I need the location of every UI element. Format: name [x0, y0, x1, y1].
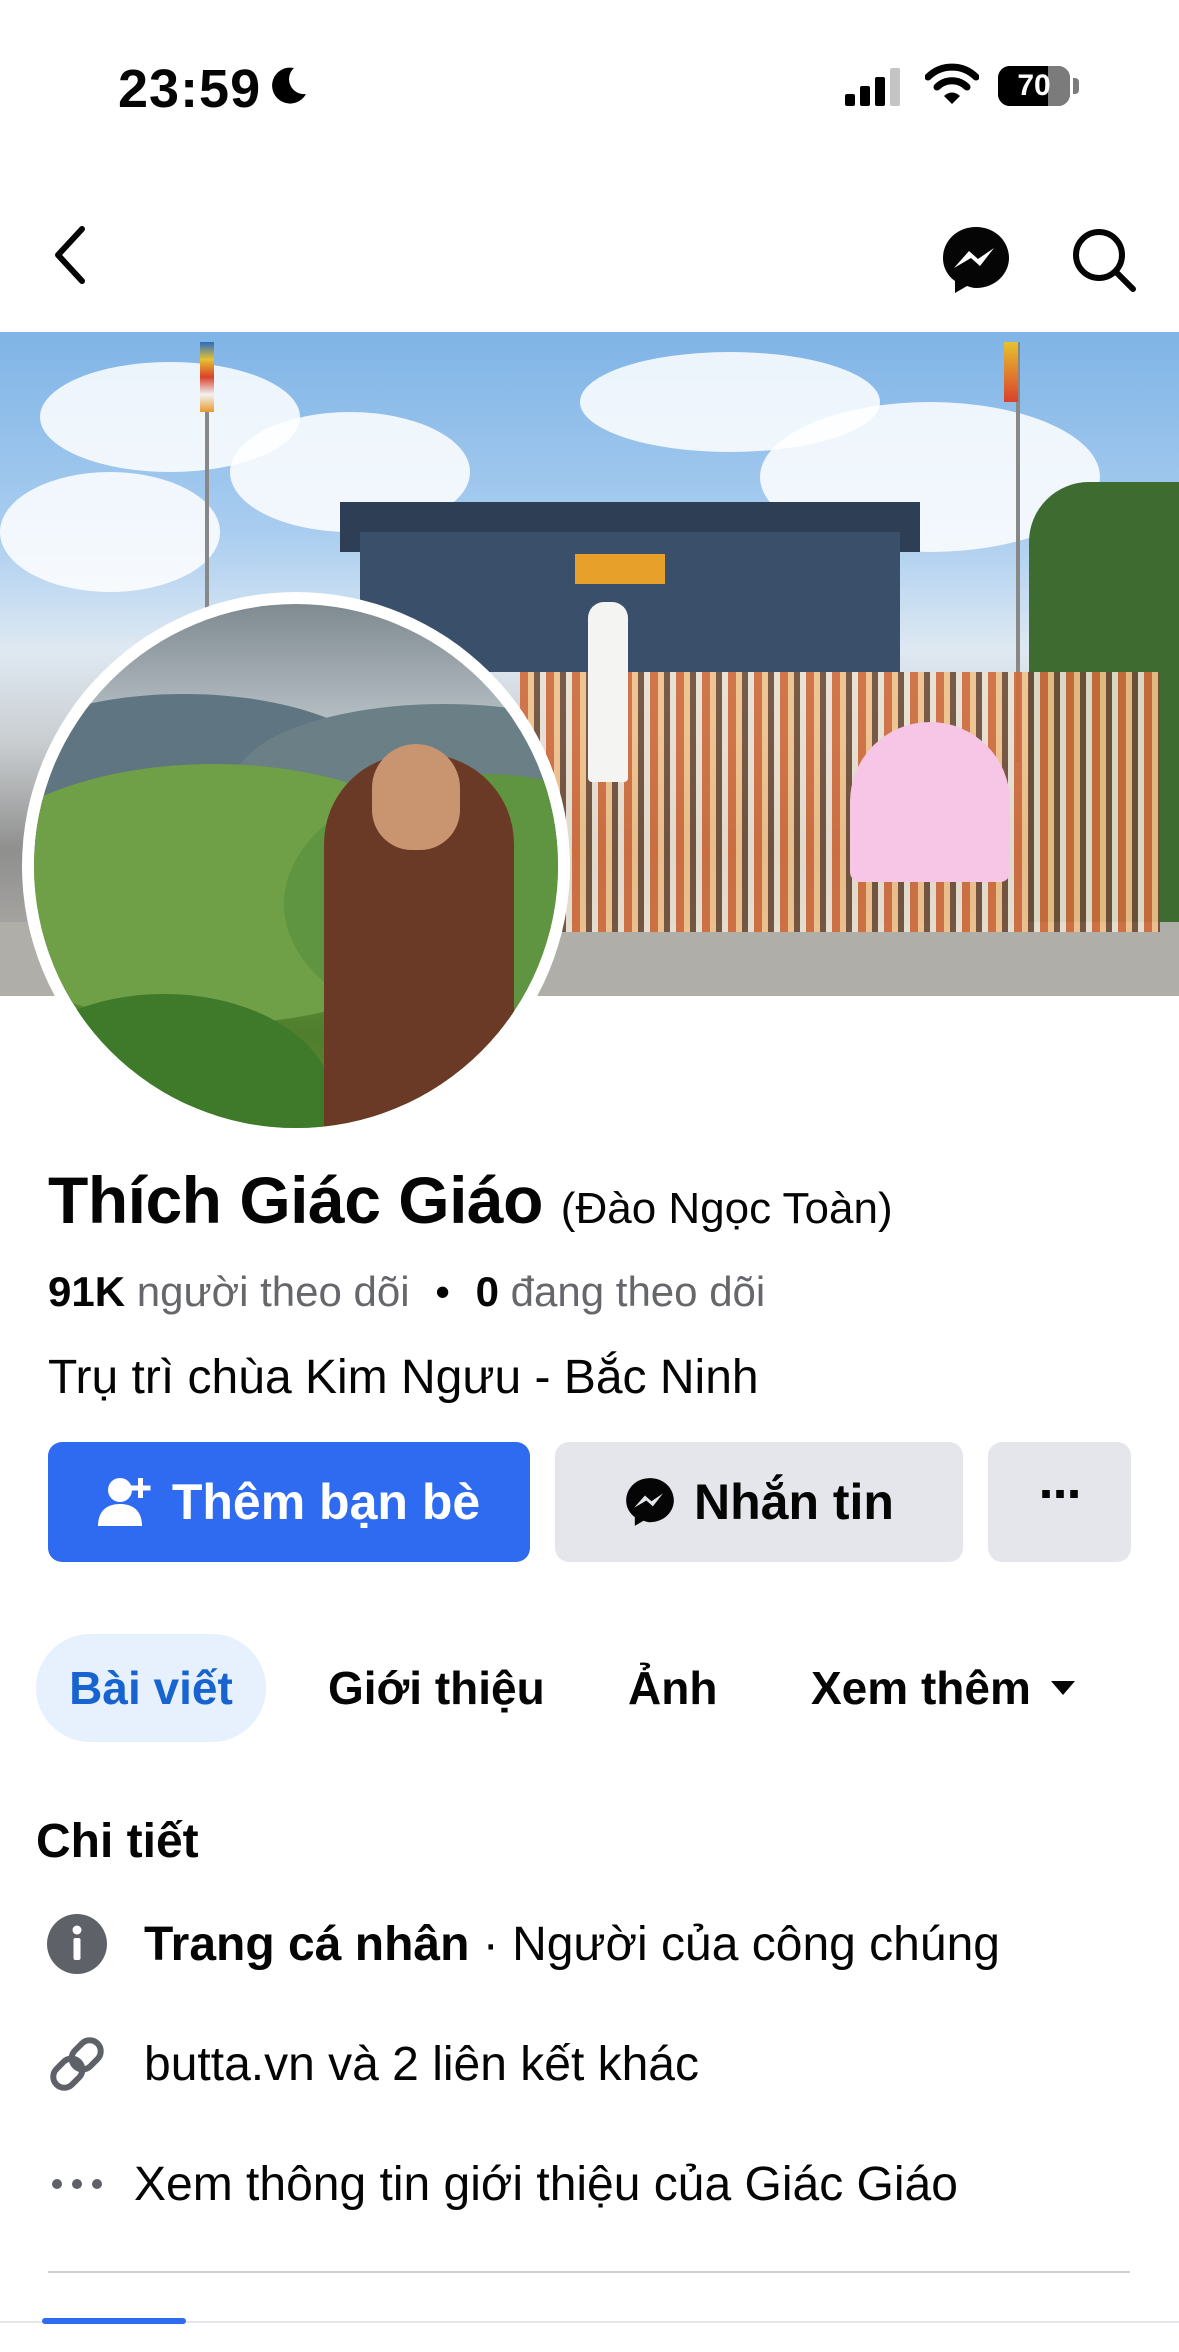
detail-see-about[interactable]: Xem thông tin giới thiệu của Giác Giáo — [44, 2144, 958, 2224]
messenger-icon — [943, 227, 1009, 293]
tab-photos[interactable]: Ảnh — [628, 1634, 717, 1742]
link-icon — [50, 2037, 104, 2091]
detail-links-text: butta.vn và 2 liên kết khác — [144, 2037, 699, 2091]
more-options-label: ··· — [1038, 1464, 1085, 1524]
wifi-icon — [924, 62, 980, 111]
signal-icon — [845, 68, 905, 113]
followers-label[interactable]: người theo dõi — [137, 1268, 410, 1315]
tab-about[interactable]: Giới thiệu — [328, 1634, 545, 1742]
message-label: Nhắn tin — [694, 1474, 894, 1530]
following-count[interactable]: 0 — [476, 1268, 499, 1315]
detail-profile-type: Trang cá nhân · Người của công chúng — [44, 1904, 1000, 1984]
more-options-button[interactable]: ··· — [988, 1442, 1131, 1562]
back-button[interactable] — [40, 210, 100, 300]
info-icon — [47, 1914, 107, 1974]
messenger-icon — [626, 1478, 674, 1526]
search-button[interactable] — [1062, 218, 1146, 302]
status-time: 23:59 — [118, 59, 262, 119]
profile-alternate-name: (Đào Ngọc Toàn) — [560, 1184, 893, 1233]
profile-name: Thích Giác Giáo (Đào Ngọc Toàn) — [48, 1162, 893, 1238]
add-friend-icon — [97, 1478, 151, 1526]
section-divider — [48, 2271, 1130, 2273]
followers-count[interactable]: 91K — [48, 1268, 125, 1315]
tab-see-more[interactable]: Xem thêm — [811, 1634, 1077, 1742]
add-friend-button[interactable]: Thêm bạn bè — [48, 1442, 530, 1562]
tab-see-more-label: Xem thêm — [811, 1662, 1031, 1714]
profile-avatar[interactable] — [22, 592, 570, 1140]
detail-profile-type-text: · Người của công chúng — [469, 1917, 1000, 1971]
detail-see-about-text: Xem thông tin giới thiệu của Giác Giáo — [134, 2157, 958, 2211]
battery-icon: 70 — [998, 66, 1070, 106]
search-icon — [1073, 229, 1136, 292]
follow-stats: 91K người theo dõi • 0 đang theo dõi — [48, 1268, 765, 1316]
detail-profile-type-bold: Trang cá nhân — [144, 1917, 470, 1971]
stats-separator: • — [435, 1268, 450, 1315]
caret-down-icon — [1050, 1681, 1075, 1695]
battery-cap — [1073, 78, 1079, 94]
battery-level: 70 — [1017, 69, 1051, 102]
tab-photos-label: Ảnh — [628, 1662, 718, 1714]
detail-links[interactable]: butta.vn và 2 liên kết khác — [44, 2024, 699, 2104]
details-title: Chi tiết — [36, 1815, 199, 1868]
back-icon — [55, 226, 85, 284]
moon-icon — [266, 64, 310, 113]
profile-display-name: Thích Giác Giáo — [48, 1163, 543, 1237]
profile-bio: Trụ trì chùa Kim Ngưu - Bắc Ninh — [48, 1351, 759, 1404]
ellipsis-icon — [52, 2179, 102, 2189]
messenger-button[interactable] — [934, 218, 1018, 302]
active-indicator-bar — [42, 2318, 186, 2324]
message-button[interactable]: Nhắn tin — [555, 1442, 963, 1562]
tab-about-label: Giới thiệu — [328, 1662, 545, 1714]
following-label[interactable]: đang theo dõi — [511, 1268, 766, 1315]
add-friend-label: Thêm bạn bè — [171, 1474, 481, 1530]
tab-posts-label: Bài viết — [69, 1662, 233, 1714]
tab-posts[interactable]: Bài viết — [36, 1634, 266, 1742]
